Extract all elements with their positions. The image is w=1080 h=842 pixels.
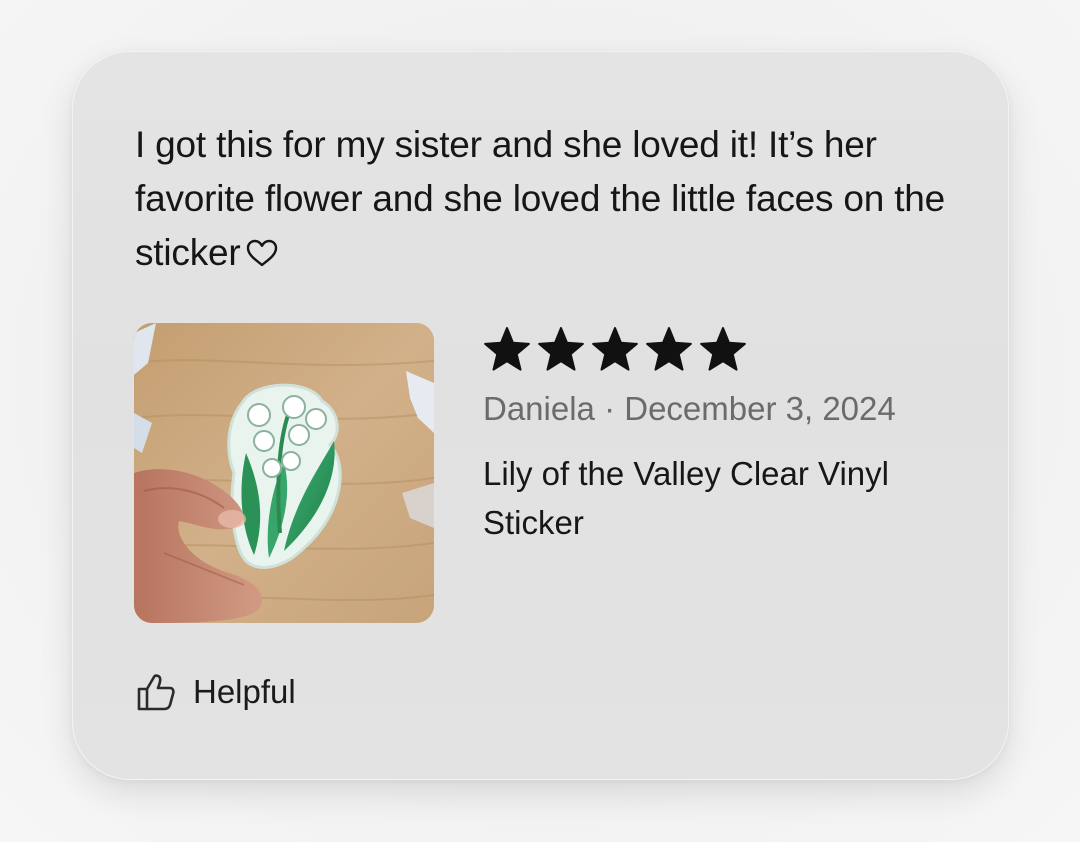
- reviewer-name[interactable]: Daniela: [483, 390, 595, 427]
- thumbs-up-icon: [137, 674, 175, 711]
- review-date: December 3, 2024: [624, 390, 896, 427]
- star-icon: [484, 327, 530, 371]
- helpful-button[interactable]: Helpful: [135, 671, 296, 713]
- product-title-link[interactable]: Lily of the Valley Clear Vinyl Sticker: [483, 449, 953, 547]
- heart-icon: [246, 239, 277, 267]
- review-text: I got this for my sister and she loved i…: [135, 118, 955, 280]
- review-card: I got this for my sister and she loved i…: [72, 51, 1009, 780]
- review-meta: Daniela · December 3, 2024 Lily of the V…: [483, 327, 953, 547]
- meta-separator: ·: [594, 390, 625, 427]
- review-photo[interactable]: [134, 323, 434, 623]
- sticker-photo-image: [134, 323, 434, 623]
- star-icon: [700, 327, 746, 371]
- star-icon: [592, 327, 638, 371]
- reviewer-line: Daniela · December 3, 2024: [483, 389, 953, 429]
- helpful-label: Helpful: [193, 673, 296, 710]
- star-icon: [538, 327, 584, 371]
- star-icon: [646, 327, 692, 371]
- star-rating: [483, 327, 953, 372]
